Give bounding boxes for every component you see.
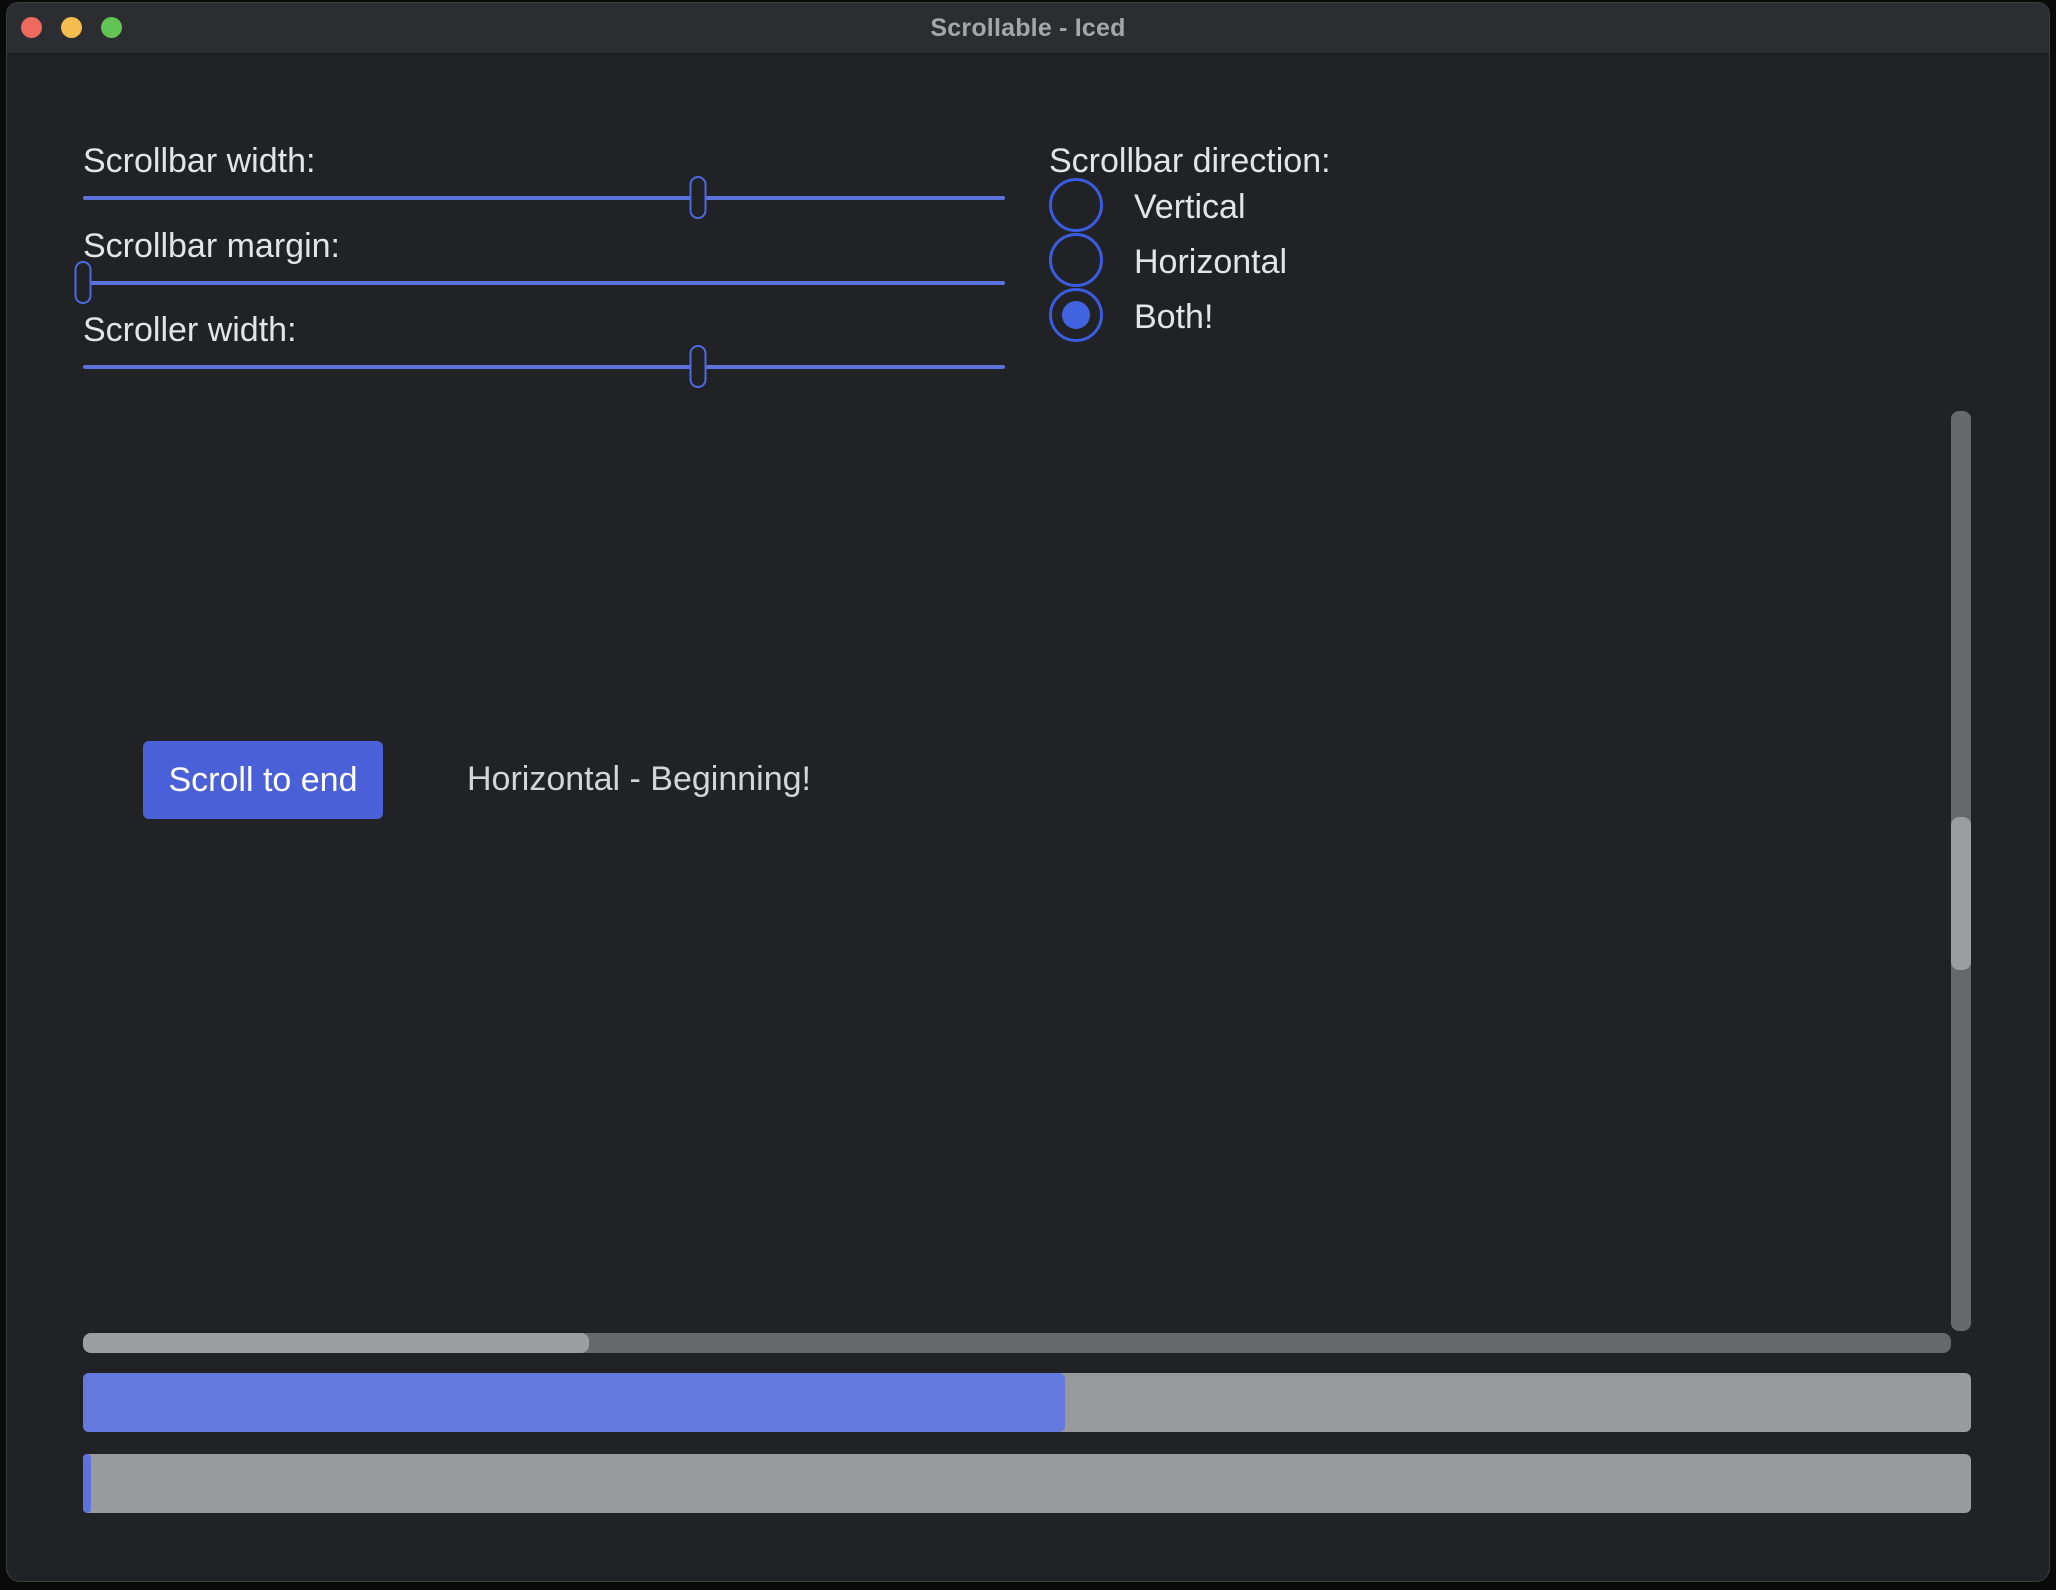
scrollbar-width-label: Scrollbar width: (83, 141, 315, 181)
vertical-scrollbar-rail[interactable] (1951, 411, 1971, 1331)
progress-fill (83, 1373, 1065, 1432)
window-controls (21, 17, 122, 38)
slider-handle[interactable] (689, 176, 706, 219)
minimize-icon[interactable] (61, 17, 82, 38)
scrollbar-margin-label: Scrollbar margin: (83, 226, 340, 266)
titlebar[interactable]: Scrollable - Iced (7, 3, 2049, 54)
horizontal-progress-bar (83, 1373, 1971, 1432)
slider-handle[interactable] (689, 345, 706, 388)
horizontal-scrollbar-rail[interactable] (83, 1333, 1951, 1353)
window-title: Scrollable - Iced (930, 14, 1125, 43)
scrollbar-width-slider[interactable] (83, 176, 1005, 219)
vertical-scroller[interactable] (1951, 817, 1971, 971)
close-icon[interactable] (21, 17, 42, 38)
radio-vertical[interactable] (1049, 178, 1103, 232)
slider-handle[interactable] (75, 261, 92, 304)
slider-track[interactable] (83, 365, 1005, 369)
radio-both-label[interactable]: Both! (1134, 297, 1213, 337)
vertical-progress-bar (83, 1454, 1971, 1513)
scrollbar-margin-slider[interactable] (83, 261, 1005, 304)
radio-horizontal[interactable] (1049, 233, 1103, 287)
scrollbar-direction-label: Scrollbar direction: (1049, 141, 1331, 181)
app-window: Scrollable - Iced Scrollbar width: Scrol… (6, 2, 2050, 1582)
slider-track[interactable] (83, 196, 1005, 200)
scroll-status-text: Horizontal - Beginning! (467, 760, 811, 799)
radio-vertical-label[interactable]: Vertical (1134, 187, 1246, 227)
scroller-width-slider[interactable] (83, 345, 1005, 388)
radio-dot-icon (1062, 301, 1090, 329)
horizontal-scroller[interactable] (83, 1333, 589, 1353)
scroll-to-end-button[interactable]: Scroll to end (143, 741, 383, 819)
radio-horizontal-label[interactable]: Horizontal (1134, 242, 1287, 282)
radio-both[interactable] (1049, 288, 1103, 342)
scroller-width-label: Scroller width: (83, 310, 297, 350)
progress-fill (83, 1454, 91, 1513)
zoom-icon[interactable] (101, 17, 122, 38)
slider-track[interactable] (83, 281, 1005, 285)
